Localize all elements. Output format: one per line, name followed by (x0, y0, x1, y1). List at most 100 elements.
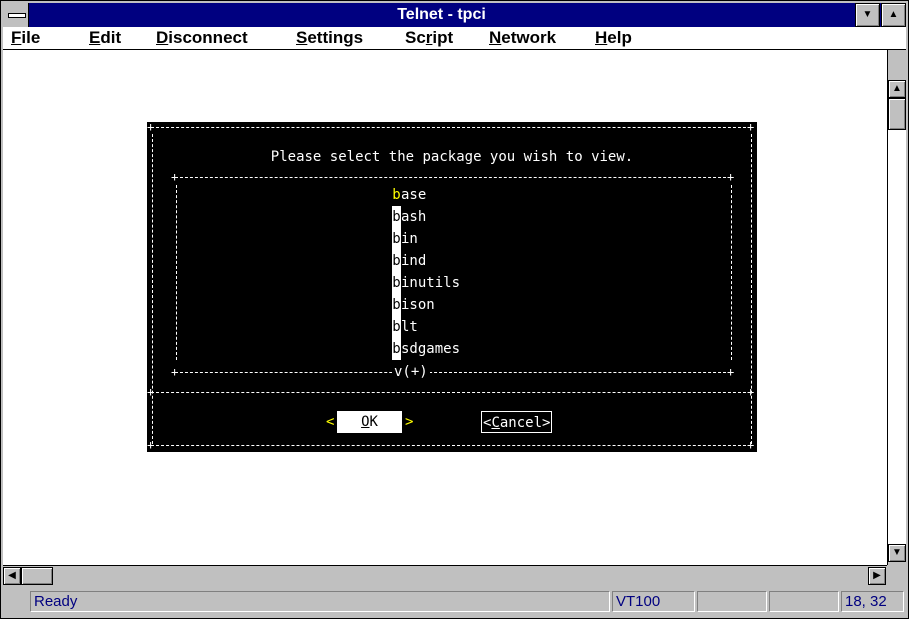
package-name: ison (401, 297, 435, 313)
package-initial: b (392, 316, 401, 338)
corner-mark: + (147, 438, 155, 452)
menu-help-mnemonic: H (595, 28, 608, 47)
dialog-bottom-border (151, 445, 751, 447)
menu-network[interactable]: Network (489, 27, 556, 49)
package-select-dialog: + + + + Please select the package you wi… (147, 120, 757, 452)
package-name: sdgames (401, 341, 461, 357)
maximize-button[interactable]: ▲ (881, 3, 906, 27)
list-top-border (175, 177, 731, 179)
horizontal-scroll-thumb[interactable] (21, 567, 53, 585)
menu-disconnect-mnemonic: D (156, 28, 169, 47)
menu-help-label: elp (607, 28, 632, 47)
minimize-button[interactable]: ▼ (855, 3, 880, 27)
ok-button[interactable]: OK (337, 411, 402, 433)
window-title: Telnet - tpci (397, 6, 486, 23)
package-item-blt[interactable]: blt (392, 316, 418, 338)
corner-mark: + (727, 365, 735, 379)
corner-mark: + (747, 438, 755, 452)
menu-script-label: ipt (432, 28, 454, 47)
scroll-up-arrow-icon[interactable]: ▲ (888, 80, 906, 98)
package-name: ase (401, 187, 427, 203)
corner-mark: + (747, 120, 755, 134)
vertical-scroll-thumb[interactable] (888, 98, 906, 130)
corner-mark: + (147, 120, 155, 134)
package-initial: b (392, 272, 401, 294)
corner-mark: + (147, 385, 155, 399)
package-item-binutils[interactable]: binutils (392, 272, 460, 294)
menu-network-label: etwork (501, 28, 557, 47)
ok-left-bracket: < (326, 414, 335, 430)
cancel-close-bracket: > (542, 415, 551, 431)
scroll-right-arrow-icon[interactable]: ▶ (868, 567, 886, 585)
status-panel-empty-2 (769, 591, 839, 612)
package-item-base[interactable]: base (392, 184, 426, 206)
scroll-left-arrow-icon[interactable]: ◀ (3, 567, 21, 585)
menu-disconnect-label: isconnect (168, 28, 248, 47)
package-initial: b (392, 294, 401, 316)
scroll-down-arrow-icon[interactable]: ▼ (888, 544, 906, 562)
corner-mark: + (171, 170, 179, 184)
package-name: ash (401, 209, 427, 225)
vertical-scrollbar[interactable]: ▲ ▼ (887, 50, 906, 565)
package-name: inutils (401, 275, 461, 291)
package-initial: b (392, 184, 401, 206)
package-initial: b (392, 228, 401, 250)
horizontal-scrollbar[interactable]: ◀ ▶ (3, 565, 887, 585)
corner-mark: + (171, 365, 179, 379)
title-bar[interactable]: Telnet - tpci ▼ ▲ (3, 3, 906, 27)
list-left-border (176, 185, 178, 360)
menu-disconnect[interactable]: Disconnect (156, 27, 248, 49)
package-initial: b (392, 206, 401, 228)
menu-file-label: ile (21, 28, 41, 47)
scrollbar-corner (887, 565, 906, 585)
menu-edit-label: dit (100, 28, 122, 47)
system-menu-button[interactable] (3, 3, 29, 27)
package-name: in (401, 231, 418, 247)
list-bottom-border (175, 372, 731, 374)
emulation-indicator: VT100 (612, 591, 695, 612)
package-initial: b (392, 338, 401, 360)
terminal-area[interactable]: + + + + Please select the package you wi… (3, 50, 887, 565)
vertical-scroll-track[interactable] (888, 130, 906, 544)
menu-network-mnemonic: N (489, 28, 502, 47)
menu-file[interactable]: File (11, 27, 40, 49)
status-panel-empty-1 (697, 591, 767, 612)
ok-label: K (369, 414, 378, 430)
cursor-position: 18, 32 (841, 591, 904, 612)
cancel-label: ancel (499, 415, 543, 431)
menu-script[interactable]: Script (405, 27, 453, 49)
dialog-top-border (151, 127, 751, 129)
button-separator (151, 392, 751, 394)
package-item-bison[interactable]: bison (392, 294, 435, 316)
package-item-bash[interactable]: bash (392, 206, 426, 228)
corner-mark: + (747, 385, 755, 399)
menu-script-pre: Sc (405, 28, 426, 47)
more-items-indicator: v(+) (392, 364, 430, 380)
ok-right-bracket: > (405, 414, 414, 430)
package-name: ind (401, 253, 427, 269)
menu-bar: File Edit Disconnect Settings Script Net… (3, 27, 906, 50)
package-item-bin[interactable]: bin (392, 228, 418, 250)
cancel-mnemonic: C (491, 415, 500, 431)
corner-mark: + (727, 170, 735, 184)
menu-file-mnemonic: F (11, 28, 22, 47)
status-text: Ready (30, 591, 610, 612)
menu-settings-label: ettings (307, 28, 364, 47)
package-item-bind[interactable]: bind (392, 250, 426, 272)
package-item-bsdgames[interactable]: bsdgames (392, 338, 460, 360)
list-right-border (731, 185, 733, 360)
horizontal-scroll-track[interactable] (53, 567, 867, 585)
menu-edit[interactable]: Edit (89, 27, 121, 49)
cancel-button[interactable]: <Cancel> (481, 411, 553, 433)
system-menu-icon (8, 13, 26, 18)
menu-settings-mnemonic: S (296, 28, 308, 47)
dialog-prompt: Please select the package you wish to vi… (270, 149, 634, 165)
package-name: lt (401, 319, 418, 335)
ok-mnemonic: O (361, 414, 370, 430)
menu-settings[interactable]: Settings (296, 27, 363, 49)
status-bar: Ready VT100 18, 32 (3, 587, 906, 616)
package-initial: b (392, 250, 401, 272)
menu-edit-mnemonic: E (89, 28, 101, 47)
telnet-window: Telnet - tpci ▼ ▲ File Edit Disconnect S… (0, 0, 909, 619)
menu-help[interactable]: Help (595, 27, 632, 49)
